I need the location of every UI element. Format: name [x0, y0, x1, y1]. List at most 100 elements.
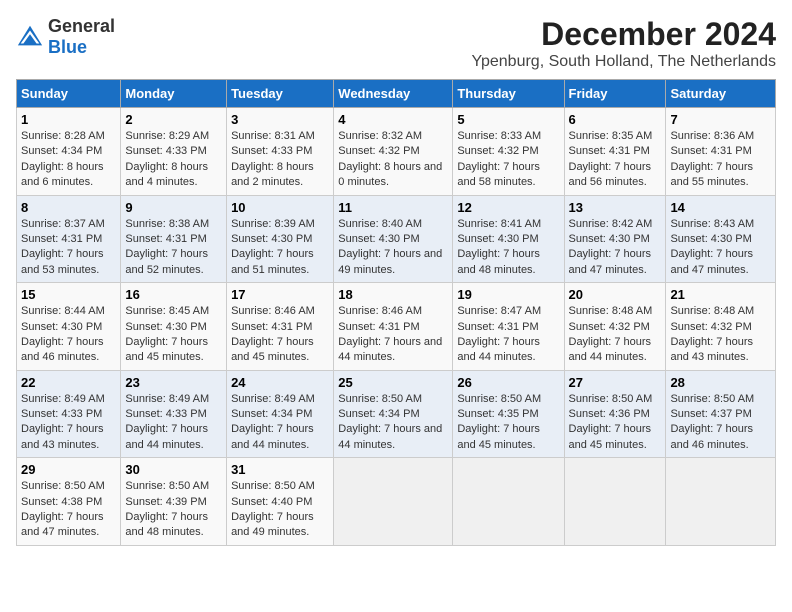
calendar-cell — [334, 458, 453, 546]
day-daylight: Daylight: 7 hours and 43 minutes. — [670, 336, 753, 363]
day-sunset: Sunset: 4:31 PM — [670, 145, 751, 157]
day-daylight: Daylight: 8 hours and 2 minutes. — [231, 161, 314, 188]
calendar-cell — [453, 458, 564, 546]
day-sunrise: Sunrise: 8:41 AM — [457, 218, 541, 230]
day-daylight: Daylight: 7 hours and 45 minutes. — [125, 336, 208, 363]
day-number: 24 — [231, 375, 329, 390]
calendar-cell: 9Sunrise: 8:38 AMSunset: 4:31 PMDaylight… — [121, 195, 227, 283]
day-sunset: Sunset: 4:32 PM — [338, 145, 419, 157]
day-sunrise: Sunrise: 8:50 AM — [569, 393, 653, 405]
calendar-cell: 21Sunrise: 8:48 AMSunset: 4:32 PMDayligh… — [666, 283, 776, 371]
day-sunrise: Sunrise: 8:50 AM — [457, 393, 541, 405]
weekday-header-thursday: Thursday — [453, 80, 564, 108]
day-number: 18 — [338, 287, 448, 302]
day-daylight: Daylight: 7 hours and 52 minutes. — [125, 248, 208, 275]
day-sunrise: Sunrise: 8:50 AM — [338, 393, 422, 405]
calendar-cell: 6Sunrise: 8:35 AMSunset: 4:31 PMDaylight… — [564, 108, 666, 196]
day-sunset: Sunset: 4:37 PM — [670, 408, 751, 420]
day-daylight: Daylight: 7 hours and 43 minutes. — [21, 423, 104, 450]
weekday-header-saturday: Saturday — [666, 80, 776, 108]
day-sunset: Sunset: 4:32 PM — [569, 321, 650, 333]
day-sunrise: Sunrise: 8:40 AM — [338, 218, 422, 230]
day-sunset: Sunset: 4:39 PM — [125, 496, 206, 508]
day-sunset: Sunset: 4:33 PM — [125, 408, 206, 420]
day-sunset: Sunset: 4:36 PM — [569, 408, 650, 420]
day-sunrise: Sunrise: 8:45 AM — [125, 305, 209, 317]
day-daylight: Daylight: 8 hours and 0 minutes. — [338, 161, 442, 188]
day-number: 21 — [670, 287, 771, 302]
day-number: 14 — [670, 200, 771, 215]
day-sunset: Sunset: 4:31 PM — [231, 321, 312, 333]
calendar-week-3: 15Sunrise: 8:44 AMSunset: 4:30 PMDayligh… — [17, 283, 776, 371]
calendar-cell: 23Sunrise: 8:49 AMSunset: 4:33 PMDayligh… — [121, 370, 227, 458]
day-sunrise: Sunrise: 8:31 AM — [231, 130, 315, 142]
logo-icon — [16, 23, 44, 51]
day-daylight: Daylight: 7 hours and 45 minutes. — [569, 423, 652, 450]
day-sunset: Sunset: 4:34 PM — [338, 408, 419, 420]
day-sunset: Sunset: 4:33 PM — [125, 145, 206, 157]
day-daylight: Daylight: 7 hours and 58 minutes. — [457, 161, 540, 188]
day-sunrise: Sunrise: 8:49 AM — [21, 393, 105, 405]
day-daylight: Daylight: 7 hours and 44 minutes. — [125, 423, 208, 450]
calendar-cell: 8Sunrise: 8:37 AMSunset: 4:31 PMDaylight… — [17, 195, 121, 283]
day-number: 23 — [125, 375, 222, 390]
day-sunset: Sunset: 4:31 PM — [569, 145, 650, 157]
day-number: 9 — [125, 200, 222, 215]
day-sunrise: Sunrise: 8:43 AM — [670, 218, 754, 230]
header: General Blue December 2024 Ypenburg, Sou… — [16, 16, 776, 71]
calendar-cell: 7Sunrise: 8:36 AMSunset: 4:31 PMDaylight… — [666, 108, 776, 196]
calendar-cell: 2Sunrise: 8:29 AMSunset: 4:33 PMDaylight… — [121, 108, 227, 196]
calendar-cell: 13Sunrise: 8:42 AMSunset: 4:30 PMDayligh… — [564, 195, 666, 283]
weekday-header-row: SundayMondayTuesdayWednesdayThursdayFrid… — [17, 80, 776, 108]
calendar-cell: 17Sunrise: 8:46 AMSunset: 4:31 PMDayligh… — [227, 283, 334, 371]
day-daylight: Daylight: 7 hours and 44 minutes. — [338, 423, 442, 450]
day-number: 7 — [670, 112, 771, 127]
calendar-table: SundayMondayTuesdayWednesdayThursdayFrid… — [16, 79, 776, 546]
day-number: 20 — [569, 287, 662, 302]
day-sunrise: Sunrise: 8:32 AM — [338, 130, 422, 142]
day-number: 12 — [457, 200, 559, 215]
calendar-cell: 31Sunrise: 8:50 AMSunset: 4:40 PMDayligh… — [227, 458, 334, 546]
day-number: 1 — [21, 112, 116, 127]
day-sunrise: Sunrise: 8:28 AM — [21, 130, 105, 142]
calendar-cell: 26Sunrise: 8:50 AMSunset: 4:35 PMDayligh… — [453, 370, 564, 458]
day-sunrise: Sunrise: 8:50 AM — [670, 393, 754, 405]
day-daylight: Daylight: 7 hours and 47 minutes. — [569, 248, 652, 275]
day-number: 5 — [457, 112, 559, 127]
day-number: 8 — [21, 200, 116, 215]
day-sunrise: Sunrise: 8:50 AM — [125, 480, 209, 492]
day-number: 2 — [125, 112, 222, 127]
day-number: 31 — [231, 462, 329, 477]
title-area: December 2024 Ypenburg, South Holland, T… — [472, 16, 777, 71]
day-sunset: Sunset: 4:35 PM — [457, 408, 538, 420]
calendar-cell: 10Sunrise: 8:39 AMSunset: 4:30 PMDayligh… — [227, 195, 334, 283]
day-number: 29 — [21, 462, 116, 477]
day-sunset: Sunset: 4:30 PM — [569, 233, 650, 245]
day-number: 27 — [569, 375, 662, 390]
day-sunrise: Sunrise: 8:49 AM — [231, 393, 315, 405]
day-daylight: Daylight: 7 hours and 49 minutes. — [338, 248, 442, 275]
calendar-week-1: 1Sunrise: 8:28 AMSunset: 4:34 PMDaylight… — [17, 108, 776, 196]
day-daylight: Daylight: 7 hours and 51 minutes. — [231, 248, 314, 275]
day-daylight: Daylight: 7 hours and 46 minutes. — [21, 336, 104, 363]
day-number: 19 — [457, 287, 559, 302]
day-sunset: Sunset: 4:33 PM — [231, 145, 312, 157]
day-daylight: Daylight: 7 hours and 53 minutes. — [21, 248, 104, 275]
day-sunset: Sunset: 4:33 PM — [21, 408, 102, 420]
calendar-cell — [564, 458, 666, 546]
calendar-cell: 16Sunrise: 8:45 AMSunset: 4:30 PMDayligh… — [121, 283, 227, 371]
day-daylight: Daylight: 7 hours and 47 minutes. — [21, 511, 104, 538]
day-sunrise: Sunrise: 8:50 AM — [21, 480, 105, 492]
calendar-week-2: 8Sunrise: 8:37 AMSunset: 4:31 PMDaylight… — [17, 195, 776, 283]
weekday-header-friday: Friday — [564, 80, 666, 108]
day-sunrise: Sunrise: 8:48 AM — [670, 305, 754, 317]
day-sunrise: Sunrise: 8:29 AM — [125, 130, 209, 142]
calendar-cell: 1Sunrise: 8:28 AMSunset: 4:34 PMDaylight… — [17, 108, 121, 196]
day-daylight: Daylight: 7 hours and 56 minutes. — [569, 161, 652, 188]
calendar-cell: 22Sunrise: 8:49 AMSunset: 4:33 PMDayligh… — [17, 370, 121, 458]
calendar-cell: 25Sunrise: 8:50 AMSunset: 4:34 PMDayligh… — [334, 370, 453, 458]
day-daylight: Daylight: 7 hours and 46 minutes. — [670, 423, 753, 450]
day-number: 17 — [231, 287, 329, 302]
day-daylight: Daylight: 7 hours and 47 minutes. — [670, 248, 753, 275]
day-sunset: Sunset: 4:31 PM — [338, 321, 419, 333]
